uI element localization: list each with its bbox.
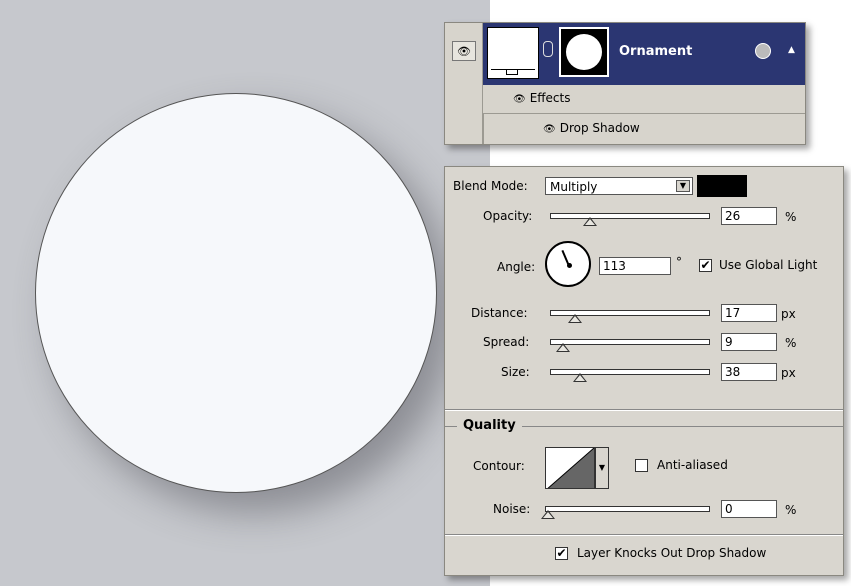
size-slider-thumb[interactable] — [573, 373, 587, 382]
anti-aliased-checkbox[interactable] — [635, 459, 648, 472]
size-input[interactable]: 38 — [721, 363, 777, 381]
link-icon[interactable] — [543, 41, 553, 57]
eye-icon: 👁 — [457, 44, 471, 58]
contour-label: Contour: — [473, 459, 525, 473]
blend-mode-label: Blend Mode: — [453, 179, 528, 193]
contour-preview[interactable] — [545, 447, 595, 489]
layer-name: Ornament — [619, 44, 693, 59]
knockout-checkbox[interactable]: ✔ — [555, 547, 568, 560]
document-canvas — [0, 0, 490, 586]
spread-input[interactable]: 9 — [721, 333, 777, 351]
quality-title: Quality — [457, 418, 522, 433]
distance-input[interactable]: 17 — [721, 304, 777, 322]
opacity-slider[interactable] — [550, 213, 710, 219]
use-global-light-label: Use Global Light — [719, 258, 818, 272]
eye-icon[interactable]: 👁 — [543, 124, 556, 135]
chevron-down-icon: ▼ — [676, 180, 690, 192]
contour-curve — [547, 448, 594, 488]
layer-row-ornament[interactable]: Ornament ▲ — [483, 23, 805, 85]
distance-label: Distance: — [471, 306, 528, 320]
angle-label: Angle: — [497, 260, 536, 274]
spread-slider[interactable] — [550, 339, 710, 345]
opacity-slider-thumb[interactable] — [583, 217, 597, 226]
use-global-light-checkbox[interactable]: ✔ — [699, 259, 712, 272]
ornament-circle — [35, 93, 437, 493]
anti-aliased-label: Anti-aliased — [657, 458, 728, 472]
noise-unit: % — [785, 503, 797, 517]
angle-input[interactable]: 113 — [599, 257, 671, 275]
spread-unit: % — [785, 336, 797, 350]
size-label: Size: — [501, 365, 530, 379]
layer-visibility-toggle[interactable]: 👁 — [452, 41, 476, 61]
blend-mode-value: Multiply — [550, 180, 598, 194]
noise-label: Noise: — [493, 502, 531, 516]
distance-unit: px — [781, 307, 796, 321]
layer-mask-thumbnail[interactable] — [559, 27, 609, 77]
knockout-label: Layer Knocks Out Drop Shadow — [577, 546, 767, 560]
distance-slider-thumb[interactable] — [568, 314, 582, 323]
divider — [445, 410, 843, 411]
layers-panel: 👁 Ornament ▲ 👁 Effects 👁 Drop Shadow — [444, 22, 806, 145]
noise-input[interactable]: 0 — [721, 500, 777, 518]
degree-unit: ° — [676, 255, 682, 269]
noise-slider[interactable] — [545, 506, 710, 512]
size-unit: px — [781, 366, 796, 380]
effects-label: Effects — [529, 91, 571, 105]
chevron-down-icon[interactable]: ▼ — [595, 447, 609, 489]
noise-slider-thumb[interactable] — [541, 510, 555, 519]
eye-icon[interactable]: 👁 — [513, 94, 526, 105]
drop-shadow-label: Drop Shadow — [559, 121, 640, 135]
layer-thumbnail — [487, 27, 539, 79]
spread-slider-thumb[interactable] — [556, 343, 570, 352]
layer-style-icon[interactable] — [755, 43, 771, 59]
scroll-up-icon[interactable]: ▲ — [788, 45, 795, 55]
drop-shadow-settings: Blend Mode: Multiply ▼ Opacity: 26 % Ang… — [444, 166, 844, 576]
visibility-column: 👁 — [445, 23, 483, 144]
effects-row[interactable]: 👁 Effects — [483, 85, 805, 114]
divider — [445, 535, 843, 536]
opacity-label: Opacity: — [483, 209, 533, 223]
angle-dial[interactable] — [545, 241, 591, 287]
drop-shadow-row[interactable]: 👁 Drop Shadow — [483, 114, 805, 144]
shadow-color-swatch[interactable] — [697, 175, 747, 197]
opacity-unit: % — [785, 210, 797, 224]
opacity-input[interactable]: 26 — [721, 207, 777, 225]
spread-label: Spread: — [483, 335, 530, 349]
blend-mode-select[interactable]: Multiply ▼ — [545, 177, 693, 195]
